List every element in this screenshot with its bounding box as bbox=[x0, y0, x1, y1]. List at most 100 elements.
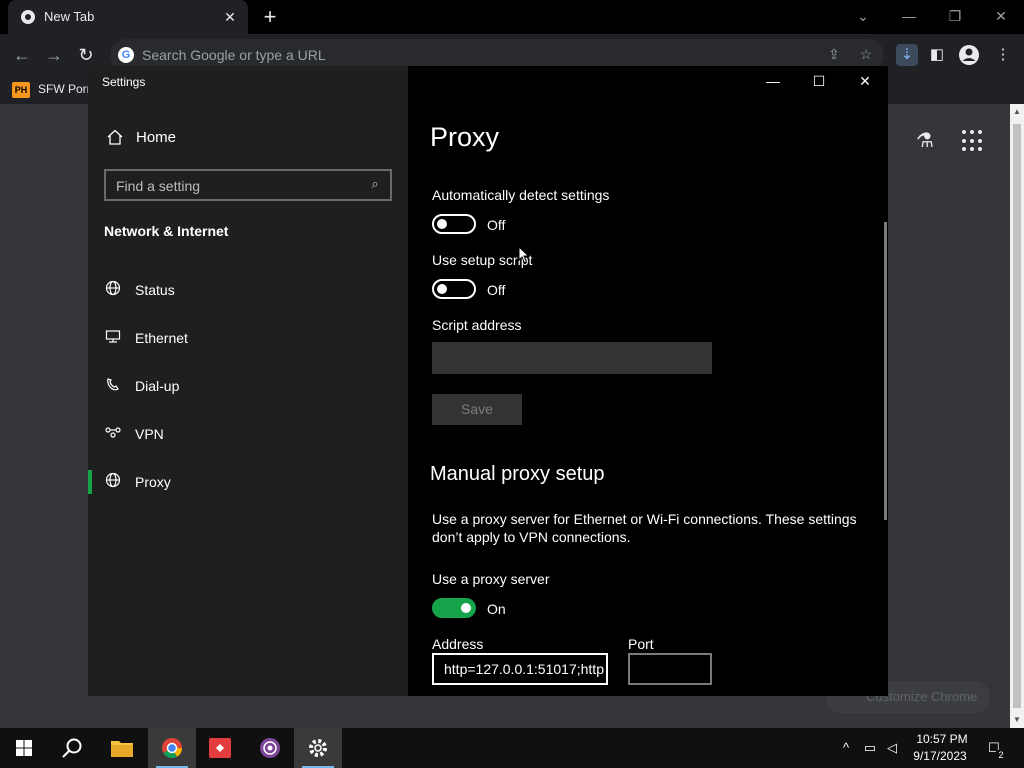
save-button[interactable]: Save bbox=[432, 394, 522, 425]
notification-count: 2 bbox=[996, 750, 1006, 760]
selected-indicator bbox=[88, 470, 92, 494]
vpn-icon bbox=[104, 424, 122, 442]
bookmark-link[interactable]: SFW Porn bbox=[38, 82, 93, 96]
back-arrow-icon[interactable]: ← bbox=[10, 43, 34, 67]
globe-icon bbox=[104, 280, 122, 298]
volume-muted-icon[interactable]: ◁ bbox=[884, 740, 900, 756]
mouse-cursor-icon bbox=[518, 246, 530, 264]
extension-download-icon[interactable]: ⇣ bbox=[896, 44, 918, 66]
dialup-icon bbox=[104, 376, 122, 394]
proxy-port-field[interactable] bbox=[628, 653, 712, 685]
proxy-address-field[interactable]: http=127.0.0.1:51017;http bbox=[432, 653, 608, 685]
globe-icon bbox=[104, 472, 122, 490]
nav-home[interactable]: Home bbox=[102, 126, 392, 150]
app-taskbar-button[interactable] bbox=[196, 728, 244, 768]
chrome-taskbar-button[interactable] bbox=[148, 728, 196, 768]
sidebar-item-ethernet[interactable]: Ethernet bbox=[88, 318, 408, 358]
scroll-up-arrow-icon[interactable]: ▲ bbox=[1010, 106, 1024, 118]
sidebar-item-status[interactable]: Status bbox=[88, 270, 408, 310]
page-scrollbar[interactable]: ▲ ▼ bbox=[1010, 104, 1024, 728]
tab-close-icon[interactable]: ✕ bbox=[220, 7, 240, 27]
script-address-label: Script address bbox=[432, 317, 522, 333]
sidebar-item-label: Proxy bbox=[135, 474, 171, 490]
windows-logo-icon bbox=[16, 740, 32, 756]
maximize-button[interactable]: ☐ bbox=[804, 70, 834, 92]
tab-search-icon[interactable]: ⌄ bbox=[848, 4, 878, 28]
google-apps-icon[interactable] bbox=[962, 130, 984, 152]
reload-icon[interactable]: ↻ bbox=[74, 43, 98, 67]
search-icon bbox=[62, 738, 82, 758]
sidebar-item-label: Ethernet bbox=[135, 330, 188, 346]
content-scrollbar[interactable] bbox=[884, 222, 887, 520]
chrome-tab-strip: New Tab ✕ + ⌄ — ❐ ✕ bbox=[0, 0, 1024, 34]
sidebar-item-proxy[interactable]: Proxy bbox=[88, 462, 408, 502]
profile-avatar-icon[interactable] bbox=[958, 44, 980, 66]
toggle-knob bbox=[437, 284, 447, 294]
address-label: Address bbox=[432, 636, 484, 652]
sidebar-item-vpn[interactable]: VPN bbox=[88, 414, 408, 454]
auto-detect-state: Off bbox=[487, 217, 506, 233]
ethernet-icon bbox=[104, 328, 122, 346]
setup-script-state: Off bbox=[487, 282, 506, 298]
manual-proxy-heading: Manual proxy setup bbox=[430, 463, 605, 485]
share-icon[interactable]: ⇪ bbox=[824, 46, 844, 64]
sidebar-item-dialup[interactable]: Dial-up bbox=[88, 366, 408, 406]
chrome-icon bbox=[162, 738, 183, 759]
sidebar-item-label: Status bbox=[135, 282, 175, 298]
folder-icon bbox=[111, 741, 133, 757]
tab-title: New Tab bbox=[44, 9, 95, 24]
settings-taskbar-button[interactable] bbox=[294, 728, 342, 768]
setup-script-toggle[interactable] bbox=[432, 279, 476, 299]
chrome-restore-button[interactable]: ❐ bbox=[940, 4, 970, 28]
find-setting-search[interactable]: ⌕ bbox=[104, 169, 392, 201]
script-address-field[interactable] bbox=[432, 342, 712, 374]
chrome-favicon-icon bbox=[21, 10, 35, 24]
clock-time[interactable]: 10:57 PM bbox=[912, 732, 972, 746]
settings-content: — ☐ ✕ Proxy Automatically detect setting… bbox=[408, 66, 888, 696]
toggle-knob bbox=[461, 603, 471, 613]
scroll-down-arrow-icon[interactable]: ▼ bbox=[1010, 714, 1024, 726]
window-title: Settings bbox=[102, 75, 146, 89]
auto-detect-toggle[interactable] bbox=[432, 214, 476, 234]
google-icon: G bbox=[118, 47, 134, 63]
gear-icon bbox=[309, 739, 327, 757]
settings-sidebar: Settings Home ⌕ Network & Internet Statu… bbox=[88, 66, 408, 696]
search-taskbar-button[interactable] bbox=[48, 728, 96, 768]
omnibox-placeholder: Search Google or type a URL bbox=[142, 47, 326, 63]
use-proxy-toggle[interactable] bbox=[432, 598, 476, 618]
page-title: Proxy bbox=[430, 122, 500, 152]
network-icon[interactable]: ▭ bbox=[862, 740, 878, 756]
manual-proxy-description: Use a proxy server for Ethernet or Wi-Fi… bbox=[432, 511, 857, 545]
sidebar-item-label: Dial-up bbox=[135, 378, 180, 394]
auto-detect-label: Automatically detect settings bbox=[432, 187, 610, 203]
home-icon bbox=[107, 129, 123, 145]
use-proxy-label: Use a proxy server bbox=[432, 571, 550, 587]
minimize-button[interactable]: — bbox=[758, 70, 788, 92]
tab-new-tab[interactable]: New Tab ✕ bbox=[8, 0, 248, 34]
app-red-icon bbox=[209, 738, 231, 758]
start-button[interactable] bbox=[0, 728, 48, 768]
scrollbar-thumb[interactable] bbox=[1013, 124, 1021, 708]
file-explorer-button[interactable] bbox=[98, 728, 146, 768]
close-button[interactable]: ✕ bbox=[850, 70, 880, 92]
use-proxy-state: On bbox=[487, 601, 506, 617]
tor-browser-icon bbox=[260, 738, 280, 758]
search-icon[interactable]: ⌕ bbox=[366, 176, 384, 194]
new-tab-button[interactable]: + bbox=[258, 5, 282, 29]
labs-flask-icon[interactable]: ⚗ bbox=[912, 128, 938, 154]
side-panel-icon[interactable]: ◧ bbox=[926, 44, 948, 66]
tor-browser-button[interactable] bbox=[246, 728, 294, 768]
port-label: Port bbox=[628, 636, 654, 652]
bookmark-star-icon[interactable]: ☆ bbox=[856, 46, 876, 64]
clock-date[interactable]: 9/17/2023 bbox=[908, 749, 972, 763]
forward-arrow-icon[interactable]: → bbox=[42, 43, 66, 67]
sidebar-item-label: VPN bbox=[135, 426, 164, 442]
settings-window: Settings Home ⌕ Network & Internet Statu… bbox=[88, 66, 888, 696]
chrome-minimize-button[interactable]: — bbox=[894, 4, 924, 28]
bookmark-favicon: PH bbox=[12, 82, 30, 98]
show-hidden-icons-icon[interactable]: ^ bbox=[838, 740, 854, 756]
search-input[interactable] bbox=[116, 177, 356, 195]
chrome-close-button[interactable]: ✕ bbox=[986, 4, 1016, 28]
nav-section-heading: Network & Internet bbox=[104, 223, 229, 239]
chrome-menu-icon[interactable]: ⋮ bbox=[992, 44, 1014, 66]
